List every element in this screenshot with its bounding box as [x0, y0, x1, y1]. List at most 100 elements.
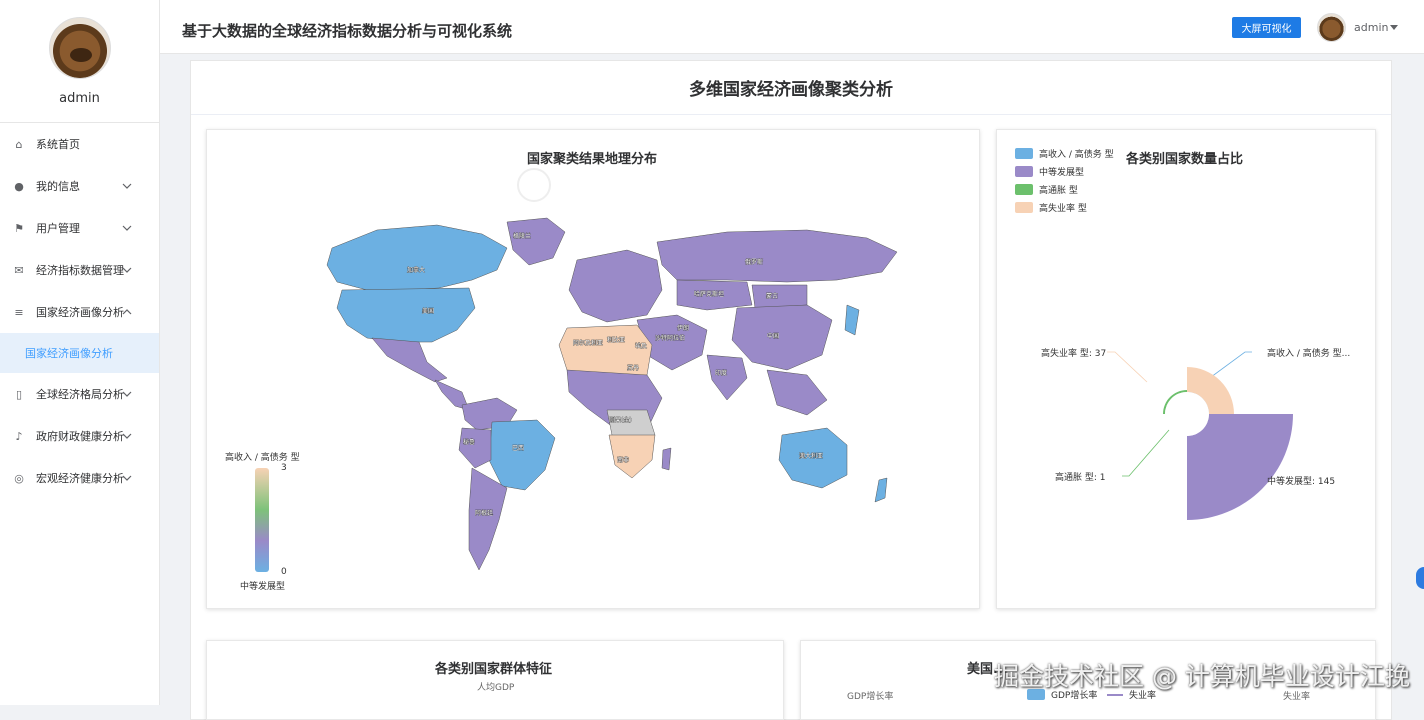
pie-slice-mid-dev[interactable] [1187, 414, 1293, 520]
profile-block: admin [0, 0, 159, 123]
map-label-south-africa: 南非 [617, 456, 629, 464]
system-title: 基于大数据的全球经济指标数据分析与可视化系统 [182, 22, 513, 40]
group-features-axis: 人均GDP [477, 683, 515, 693]
chevron-down-icon [122, 267, 132, 273]
pie-card: 各类别国家数量占比 高收入 / 高债务 型中等发展型 高通胀 型高失业率 型 高失… [996, 129, 1376, 609]
map-label-algeria: 阿尔及利亚 [573, 339, 603, 347]
map-label-iran: 伊朗 [677, 324, 689, 332]
map-card: 国家聚类结果地理分布 格陵兰 加拿大 美国 俄罗斯 哈萨克斯坦 蒙古 中国 巴西… [206, 129, 980, 609]
map-region-new-zealand [874, 477, 888, 503]
map-label-sudan: 苏丹 [627, 364, 639, 372]
pie-label-high-income: 高收入 / 高债务 型... [1267, 349, 1351, 359]
map-label-mongolia: 蒙古 [766, 292, 778, 300]
mail-icon: ✉ [14, 263, 24, 277]
home-icon: ⌂ [15, 137, 23, 151]
map-label-argentina: 阿根廷 [475, 509, 493, 517]
flag-icon: ⚑ [14, 221, 24, 235]
sidebar-item-4[interactable]: ≡ 国家经济画像分析 [0, 291, 159, 333]
circle-icon: ◎ [14, 471, 24, 485]
map-label-russia: 俄罗斯 [745, 258, 763, 266]
nav-menu: ⌂ 系统首页 ● 我的信息 ⚑ 用户管理 ✉ 经济指标数据管理 ≡ 国家经济画像分析 国家经济画像分… [0, 123, 159, 499]
sliders-icon: ≡ [14, 305, 24, 319]
map-label-brazil: 巴西 [512, 445, 524, 452]
sidebar-item-label: 我的信息 [36, 180, 80, 193]
sidebar-item-label: 用户管理 [36, 222, 80, 235]
sidebar-item-6[interactable]: ♪ 政府财政健康分析 [0, 415, 159, 457]
chevron-down-icon [122, 183, 132, 189]
chevron-down-icon [122, 391, 132, 397]
sidebar-item-label: 全球经济格局分析 [36, 388, 124, 401]
panel-title: 多维国家经济画像聚类分析 [191, 61, 1391, 115]
sidebar-item-label: 政府财政健康分析 [36, 430, 124, 443]
sidebar-item-label: 宏观经济健康分析 [36, 472, 124, 485]
chevron-down-icon [122, 225, 132, 231]
map-region-china [731, 304, 833, 371]
visualmap-top-label: 高收入 / 高债务 型 [225, 453, 300, 463]
leader-line-high-unemp [1107, 351, 1148, 383]
pie-label-high-unemp: 高失业率 型: 37 [1041, 349, 1107, 359]
us-trend-left-axis: GDP增长率 [847, 692, 894, 702]
map-label-canada: 加拿大 [407, 266, 425, 274]
map-region-canada [326, 224, 508, 291]
map-label-usa: 美国 [422, 307, 434, 315]
visualmap-min: 0 [281, 567, 287, 577]
header-avatar[interactable] [1317, 13, 1346, 42]
sidebar-item-1[interactable]: ● 我的信息 [0, 165, 159, 207]
map-region-india [706, 354, 748, 401]
microphone-icon: ♪ [15, 429, 23, 443]
sidebar-subitem-active[interactable]: 国家经济画像分析 [0, 333, 159, 373]
watermark: 掘金技术社区 @ 计算机毕业设计江挽 [994, 662, 1410, 691]
map-region-brazil [488, 419, 556, 491]
map-label-greenland: 格陵兰 [513, 232, 531, 240]
map-label-kazakhstan: 哈萨克斯坦 [694, 290, 724, 298]
content-area: 多维国家经济画像聚类分析 国家聚类结果地理分布 格陵兰 加拿大 美国 俄罗斯 哈… [174, 54, 1410, 720]
map-label-china: 中国 [767, 332, 779, 340]
map-region-mexico [371, 337, 448, 383]
group-features-title: 各类别国家群体特征 [435, 662, 553, 677]
back-to-top-button[interactable] [1416, 567, 1424, 589]
map-region-madagascar [661, 447, 672, 471]
pie-chart[interactable] [997, 130, 1377, 610]
sidebar-item-2[interactable]: ⚑ 用户管理 [0, 207, 159, 249]
map-label-drc: 刚果(金) [609, 416, 632, 424]
caret-down-icon[interactable] [1390, 25, 1398, 30]
profile-username: admin [59, 91, 100, 106]
user-icon: ● [14, 179, 24, 193]
map-label-peru: 秘鲁 [463, 438, 475, 446]
sidebar-item-3[interactable]: ✉ 经济指标数据管理 [0, 249, 159, 291]
map-label-saudi: 沙特阿拉伯 [655, 334, 685, 342]
phone-icon: ▯ [15, 387, 23, 401]
sidebar-item-0[interactable]: ⌂ 系统首页 [0, 123, 159, 165]
map-region-usa [336, 287, 476, 343]
map-region-southern-africa [608, 434, 656, 479]
map-label-libya: 利比亚 [607, 336, 625, 344]
map-region-japan [844, 304, 860, 336]
map-label-egypt: 埃及 [635, 342, 647, 350]
group-features-card: 各类别国家群体特征 人均GDP [206, 640, 784, 720]
map-region-greenland [506, 217, 566, 266]
map-region-southeast-asia [766, 369, 828, 416]
pie-label-high-inflation: 高通胀 型: 1 [1055, 473, 1106, 483]
bigscreen-button[interactable]: 大屏可视化 [1232, 17, 1301, 38]
chevron-down-icon [122, 475, 132, 481]
sidebar-item-label: 国家经济画像分析 [36, 306, 124, 319]
header-username[interactable]: admin [1354, 21, 1388, 34]
sidebar-item-5[interactable]: ▯ 全球经济格局分析 [0, 373, 159, 415]
visualmap-bar[interactable] [255, 468, 269, 572]
visualmap-bottom-label: 中等发展型 [240, 582, 286, 592]
world-map[interactable]: 格陵兰 加拿大 美国 俄罗斯 哈萨克斯坦 蒙古 中国 巴西 澳大利亚 印度 阿尔… [207, 130, 981, 610]
avatar[interactable] [48, 17, 111, 79]
map-region-mongolia [751, 284, 808, 309]
map-label-australia: 澳大利亚 [799, 452, 823, 460]
map-region-russia [656, 229, 898, 283]
chevron-up-icon [122, 309, 132, 315]
map-label-india: 印度 [715, 369, 727, 377]
pie-center-hole [1165, 392, 1209, 436]
loading-spinner [517, 168, 551, 202]
map-region-peru [458, 427, 492, 469]
leader-line-high-inflation [1122, 429, 1170, 477]
sidebar-item-7[interactable]: ◎ 宏观经济健康分析 [0, 457, 159, 499]
top-bar: 基于大数据的全球经济指标数据分析与可视化系统 大屏可视化 admin [160, 0, 1424, 54]
sidebar-item-label: 系统首页 [36, 138, 80, 151]
sidebar-item-label: 经济指标数据管理 [36, 264, 124, 277]
